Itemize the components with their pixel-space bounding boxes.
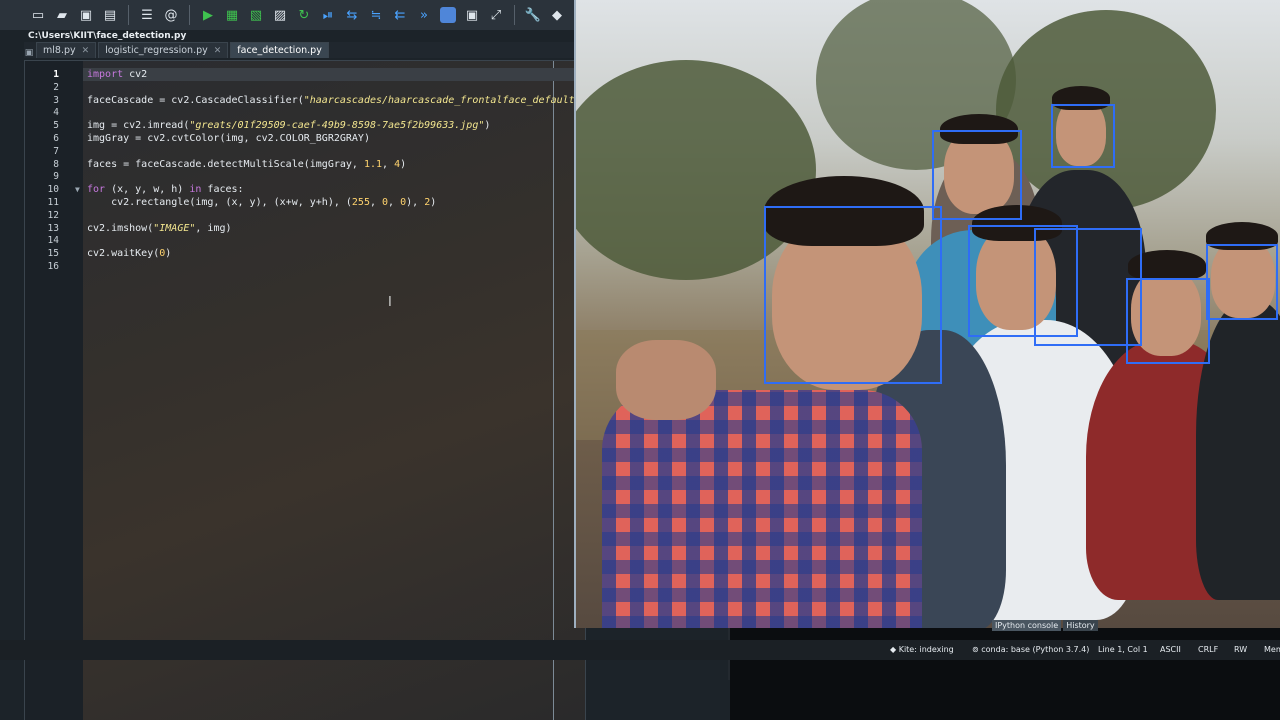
open-folder-icon[interactable]: ▰ xyxy=(52,5,72,25)
code-area[interactable]: I import cv2 faceCascade = cv2.CascadeCla… xyxy=(83,61,611,720)
code-editor[interactable]: 1 2 3 4 5 6 7 8 9 10 ▼ 11 12 13 14 15 16 I import cv2 fac… xyxy=(24,60,611,720)
code-line[interactable]: cv2.rectangle(img, (x, y), (x+w, y+h), (… xyxy=(87,196,436,209)
memory-usage: Mem xyxy=(1264,645,1280,654)
line-number: 5 xyxy=(53,120,59,132)
save-all-icon[interactable]: ▤ xyxy=(100,5,120,25)
fullscreen-icon[interactable]: ⤢ xyxy=(486,5,506,25)
code-line[interactable]: img = cv2.imread("greats/01f29509-caef-4… xyxy=(87,119,490,132)
continue-icon[interactable]: » xyxy=(414,5,434,25)
code-line[interactable]: imgGray = cv2.cvtColor(img, cv2.COLOR_BG… xyxy=(87,132,370,145)
tab-label: logistic_regression.py xyxy=(105,45,208,56)
line-number: 7 xyxy=(53,145,59,157)
line-number-gutter: 1 2 3 4 5 6 7 8 9 10 ▼ 11 12 13 14 15 16 xyxy=(25,61,83,720)
python-icon[interactable]: ◆ xyxy=(547,5,567,25)
line-number: 10 xyxy=(47,184,59,196)
toolbar-divider xyxy=(189,5,190,25)
tab-label: ml8.py xyxy=(43,45,76,56)
code-line[interactable]: cv2.waitKey(0) xyxy=(87,247,171,260)
current-line-highlight xyxy=(83,68,585,81)
rerun-icon[interactable]: ↻ xyxy=(294,5,314,25)
toolbar-divider xyxy=(128,5,129,25)
kite-status: ◆ Kite: indexing xyxy=(890,645,954,654)
console-tabs: IPython console History xyxy=(992,620,1098,631)
edge-line xyxy=(553,61,554,720)
toolbar-divider xyxy=(514,5,515,25)
run-selection-icon[interactable]: ▨ xyxy=(270,5,290,25)
line-number: 3 xyxy=(53,94,59,106)
at-icon[interactable]: @ xyxy=(161,5,181,25)
face-detection-box xyxy=(1126,278,1210,364)
maximize-pane-icon[interactable]: ▣ xyxy=(462,5,482,25)
tab-face-detection[interactable]: face_detection.py xyxy=(230,42,329,58)
code-line[interactable]: cv2.imshow("IMAGE", img) xyxy=(87,222,232,235)
code-line[interactable]: import cv2 xyxy=(87,68,147,81)
face-detection-box xyxy=(1051,104,1115,168)
face-detection-box xyxy=(1206,244,1278,320)
code-line[interactable]: faces = faceCascade.detectMultiScale(img… xyxy=(87,158,406,171)
new-file-icon[interactable]: ▭ xyxy=(28,5,48,25)
fold-arrow-icon[interactable]: ▼ xyxy=(75,185,80,194)
face-detection-box xyxy=(932,130,1022,220)
step-icon[interactable]: ⇆ xyxy=(342,5,362,25)
run-icon[interactable]: ▶ xyxy=(198,5,218,25)
checked-shirt xyxy=(602,390,922,628)
line-number: 9 xyxy=(53,171,59,183)
line-number: 2 xyxy=(53,81,59,93)
stop-icon[interactable] xyxy=(440,7,456,23)
line-number: 8 xyxy=(53,158,59,170)
step-into-icon[interactable]: ≒ xyxy=(366,5,386,25)
image-window xyxy=(574,0,1280,628)
wrench-icon[interactable]: 🔧 xyxy=(523,5,543,25)
line-endings: CRLF xyxy=(1198,645,1219,654)
line-number: 15 xyxy=(47,248,59,260)
line-number: 13 xyxy=(47,222,59,234)
code-line[interactable]: faceCascade = cv2.CascadeClassifier("haa… xyxy=(87,94,611,107)
tab-label: face_detection.py xyxy=(237,45,322,56)
browse-tabs-icon[interactable]: ▣ xyxy=(24,48,34,58)
run-cell-icon[interactable]: ▦ xyxy=(222,5,242,25)
tab-logistic-regression[interactable]: logistic_regression.py ✕ xyxy=(98,42,229,58)
line-number: 14 xyxy=(47,235,59,247)
line-number: 4 xyxy=(53,107,59,119)
file-path: C:\Users\KIIT\face_detection.py xyxy=(28,31,187,41)
face-detection-box xyxy=(924,128,938,140)
conda-status: ⊚ conda: base (Python 3.7.4) xyxy=(972,645,1090,654)
status-bar: ◆ Kite: indexing ⊚ conda: base (Python 3… xyxy=(0,640,1280,660)
line-number: 6 xyxy=(53,133,59,144)
face-detection-box xyxy=(764,206,942,384)
close-icon[interactable]: ✕ xyxy=(214,46,222,56)
tab-ml8[interactable]: ml8.py ✕ xyxy=(36,42,97,58)
file-permissions: RW xyxy=(1234,645,1248,654)
tab-ipython-console[interactable]: IPython console xyxy=(992,620,1062,631)
encoding: ASCII xyxy=(1160,645,1181,654)
line-number: 11 xyxy=(47,197,59,208)
editor-tabbar: ▣ ml8.py ✕ logistic_regression.py ✕ face… xyxy=(24,42,584,58)
list-icon[interactable]: ☰ xyxy=(137,5,157,25)
tab-history[interactable]: History xyxy=(1063,620,1098,631)
text-cursor-icon: I xyxy=(388,295,392,310)
line-number: 16 xyxy=(47,261,59,272)
line-number: 1 xyxy=(53,69,59,80)
line-number: 12 xyxy=(47,209,59,221)
step-return-icon[interactable]: ⇇ xyxy=(390,5,410,25)
kite-icon: ◆ xyxy=(890,645,899,654)
save-icon[interactable]: ▣ xyxy=(76,5,96,25)
debug-icon[interactable]: ⏯ xyxy=(318,5,338,25)
conda-icon: ⊚ xyxy=(972,645,982,654)
run-cell-advance-icon[interactable]: ▧ xyxy=(246,5,266,25)
code-line[interactable]: for (x, y, w, h) in faces: xyxy=(87,183,244,196)
close-icon[interactable]: ✕ xyxy=(82,46,90,56)
cursor-position: Line 1, Col 1 xyxy=(1098,645,1148,654)
hand xyxy=(616,340,716,420)
